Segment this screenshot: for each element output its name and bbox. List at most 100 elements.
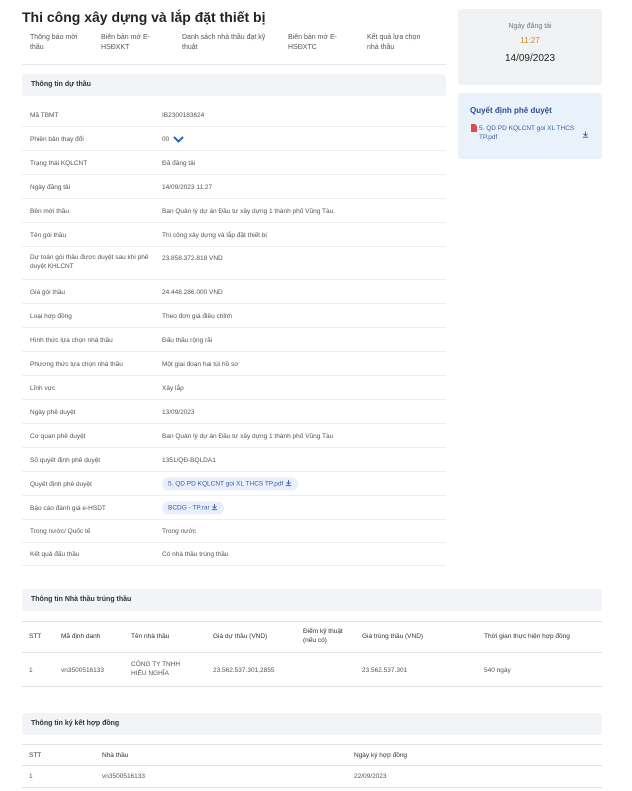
table-cell: vn3500516133: [102, 773, 146, 780]
contract-table-header: STT Nhà thầu Ngày ký hợp đồng: [22, 744, 602, 766]
column-header: Tên nhà thầu: [131, 633, 170, 640]
info-value: 1351/QĐ-BQLDA1: [162, 457, 216, 464]
info-label: Tên gói thầu: [30, 232, 67, 239]
info-row: Phiên bản thay đổi 00: [22, 127, 446, 151]
table-row: 1 vn3500516133 CÔNG TY TNHH HIẾU NGHĨA 2…: [22, 653, 602, 687]
info-label: Số quyết định phê duyệt: [30, 457, 101, 464]
posted-date-label: Ngày đăng tải: [508, 23, 552, 30]
info-value: 14/09/2023 11:27: [162, 184, 213, 191]
posted-date: 14/09/2023: [504, 53, 556, 64]
info-label: Loại hợp đồng: [30, 313, 72, 320]
table-cell: 23.562.537.301,2855: [213, 667, 275, 674]
info-row: Giá gói thầu 24.448.286.000 VND: [22, 280, 446, 304]
info-row: Trạng thái KQLCNT Đã đăng tải: [22, 151, 446, 175]
info-row: Trong nước/ Quốc tế Trong nước: [22, 520, 446, 543]
table-cell: 540 ngày: [484, 667, 511, 674]
info-row: Dự toán gói thầu được duyệt sau khi phê …: [22, 247, 446, 280]
info-label: Quyết định phê duyệt: [30, 481, 92, 488]
tab-bien-ban-mo-hsdxkt[interactable]: Biên bản mở E-HSĐXKT: [101, 33, 167, 53]
decision-card-title: Quyết định phê duyệt: [470, 106, 552, 115]
info-label: Ngày phê duyệt: [30, 409, 76, 416]
section-header-contract: Thông tin ký kết hợp đồng: [22, 713, 602, 735]
info-value: Trong nước: [162, 528, 197, 535]
table-cell: 23.562.537.301: [362, 667, 408, 674]
info-label: Dự toán gói thầu được duyệt sau khi phê …: [30, 254, 149, 270]
decision-card: Quyết định phê duyệt 5. QD PD KQLCNT goi…: [458, 93, 602, 159]
download-icon[interactable]: [582, 131, 589, 138]
column-header: Điểm kỹ thuật (nếu có): [303, 628, 343, 644]
info-value: Có nhà thầu trúng thầu: [162, 551, 229, 558]
decision-file-link[interactable]: 5. QD PD KQLCNT goi XL THCS TP.pdf: [479, 124, 589, 142]
table-cell: vn3500516133: [61, 667, 105, 674]
decision-file-link[interactable]: 5. QD PD KQLCNT goi XL THCS TP.pdf: [162, 477, 299, 490]
info-label: Phiên bản thay đổi: [30, 136, 84, 143]
info-value: Ban Quản lý dự án Đầu tư xây dựng 1 thàn…: [162, 208, 336, 215]
info-value: Đấu thầu rộng rãi: [162, 337, 213, 344]
version-value: 00: [162, 136, 170, 143]
info-value: Đã đăng tải: [162, 160, 196, 167]
pdf-icon: [471, 124, 477, 132]
info-value: 13/09/2023: [162, 409, 195, 416]
info-label: Bên mời thầu: [30, 208, 69, 215]
info-value: Xây lắp: [162, 385, 184, 392]
info-row: Quyết định phê duyệt 5. QD PD KQLCNT goi…: [22, 472, 446, 496]
info-value: IB2300183624: [162, 112, 205, 119]
info-row: Kết quả đấu thầu Có nhà thầu trúng thầu: [22, 543, 446, 566]
info-label: Mã TBMT: [30, 112, 59, 119]
column-header: Giá trúng thầu (VND): [362, 633, 424, 640]
column-header: STT: [29, 752, 42, 759]
posted-date-card: Ngày đăng tải 11:27 14/09/2023: [458, 9, 602, 85]
info-label: Hình thức lựa chọn nhà thầu: [30, 337, 113, 344]
tab-thong-bao-moi-thau[interactable]: Thông báo mời thầu: [30, 33, 90, 53]
table-cell: 22/09/2023: [354, 773, 387, 780]
table-row: 1 vn3500516133 22/09/2023: [22, 766, 602, 788]
info-label: Cơ quan phê duyệt: [30, 433, 86, 440]
column-header: STT: [29, 633, 42, 640]
page-title: Thi công xây dựng và lắp đặt thiết bị: [22, 9, 266, 25]
info-value: Thi công xây dựng và lắp đặt thiết bị: [162, 232, 267, 239]
info-row: Số quyết định phê duyệt 1351/QĐ-BQLDA1: [22, 448, 446, 472]
tab-danh-sach-dat-ky-thuat[interactable]: Danh sách nhà thầu đạt kỹ thuật: [182, 33, 266, 53]
tab-bar: Thông báo mời thầu Biên bản mở E-HSĐXKT …: [22, 33, 446, 65]
tab-ket-qua-lua-chon[interactable]: Kết quả lựa chọn nhà thầu: [367, 33, 433, 53]
info-label: Phương thức lựa chọn nhà thầu: [30, 361, 123, 368]
version-select[interactable]: 00: [162, 135, 184, 144]
info-value: Theo đơn giá điều chỉnh: [162, 313, 233, 320]
posted-time: 11:27: [520, 36, 540, 45]
info-label: Lĩnh vực: [30, 385, 56, 392]
info-label: Báo cáo đánh giá e-HSDT: [30, 505, 106, 512]
section-header-info: Thông tin dự thầu: [22, 74, 446, 96]
info-row: Ngày đăng tải 14/09/2023 11:27: [22, 175, 446, 199]
info-row: Bên mời thầu Ban Quản lý dự án Đầu tư xâ…: [22, 199, 446, 223]
section-header-winner: Thông tin Nhà thầu trúng thầu: [22, 589, 602, 611]
column-header: Nhà thầu: [102, 752, 129, 759]
info-label: Trạng thái KQLCNT: [30, 160, 88, 167]
download-icon[interactable]: [211, 504, 218, 511]
winner-table-header: STT Mã định danh Tên nhà thầu Giá dự thầ…: [22, 621, 602, 653]
info-row: Báo cáo đánh giá e-HSDT BCDG - TP.rar: [22, 496, 446, 520]
info-row: Hình thức lựa chọn nhà thầu Đấu thầu rộn…: [22, 328, 446, 352]
info-row: Phương thức lựa chọn nhà thầu Một giai đ…: [22, 352, 446, 376]
chevron-down-icon[interactable]: [173, 136, 184, 143]
info-value: 23.858.372.818 VND: [162, 255, 223, 262]
info-row: Loại hợp đồng Theo đơn giá điều chỉnh: [22, 304, 446, 328]
decision-file-name: 5. QD PD KQLCNT goi XL THCS TP.pdf: [168, 480, 284, 487]
info-row: Tên gói thầu Thi công xây dựng và lắp đặ…: [22, 223, 446, 247]
info-value: Một giai đoạn hai túi hồ sơ: [162, 361, 239, 368]
column-header: Mã định danh: [61, 633, 101, 640]
info-row: Cơ quan phê duyệt Ban Quản lý dự án Đầu …: [22, 424, 446, 448]
report-file-link[interactable]: BCDG - TP.rar: [162, 501, 225, 514]
info-value: 24.448.286.000 VND: [162, 289, 223, 296]
info-value: Ban Quản lý dự án Đầu tư xây dựng 1 thàn…: [162, 433, 334, 440]
download-icon[interactable]: [285, 480, 292, 487]
tab-bien-ban-mo-hsdxtc[interactable]: Biên bản mở E-HSĐXTC: [288, 33, 354, 53]
info-row: Ngày phê duyệt 13/09/2023: [22, 400, 446, 424]
table-cell: 1: [29, 773, 33, 780]
column-header: Thời gian thực hiện hợp đồng: [484, 633, 570, 640]
column-header: Ngày ký hợp đồng: [354, 752, 408, 759]
report-file-name: BCDG - TP.rar: [168, 504, 210, 511]
table-cell: CÔNG TY TNHH HIẾU NGHĨA: [131, 661, 181, 677]
info-label: Ngày đăng tải: [30, 184, 71, 191]
info-table: Mã TBMT IB2300183624 Phiên bản thay đổi …: [22, 104, 446, 566]
column-header: Giá dự thầu (VND): [213, 633, 268, 640]
